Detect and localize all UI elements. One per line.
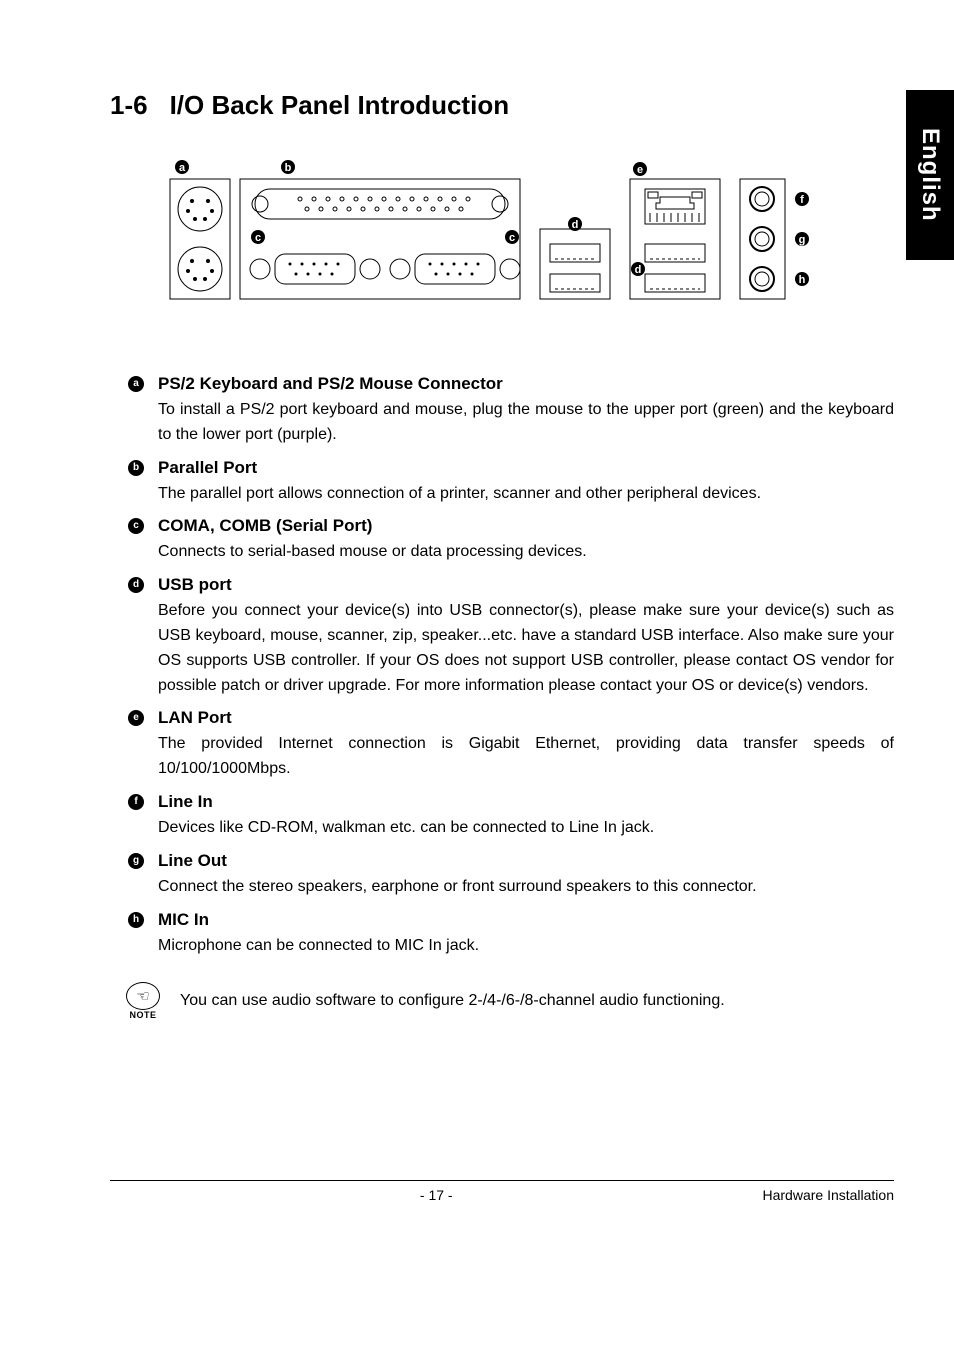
item-title: MIC In <box>158 910 209 930</box>
diagram-label-d1: d <box>572 219 579 231</box>
diagram-label-h: h <box>799 274 806 286</box>
item-body: The parallel port allows connection of a… <box>158 482 894 507</box>
descriptions-list: a PS/2 Keyboard and PS/2 Mouse Connector… <box>128 374 894 958</box>
bullet-icon: a <box>128 376 144 392</box>
item-ps2: a PS/2 Keyboard and PS/2 Mouse Connector… <box>128 374 894 448</box>
page-footer: - 17 - Hardware Installation <box>110 1180 894 1203</box>
item-body: The provided Internet connection is Giga… <box>158 732 894 782</box>
item-lineout: g Line Out Connect the stereo speakers, … <box>128 851 894 900</box>
footer-section: Hardware Installation <box>762 1187 894 1203</box>
note-text: You can use audio software to configure … <box>180 992 725 1010</box>
item-title: Line In <box>158 792 213 812</box>
item-micin: h MIC In Microphone can be connected to … <box>128 910 894 959</box>
item-linein: f Line In Devices like CD-ROM, walkman e… <box>128 792 894 841</box>
item-body: Devices like CD-ROM, walkman etc. can be… <box>158 816 894 841</box>
diagram-label-a: a <box>179 162 186 174</box>
io-panel-diagram: a b <box>140 149 894 314</box>
item-usb: d USB port Before you connect your devic… <box>128 575 894 698</box>
item-parallel: b Parallel Port The parallel port allows… <box>128 458 894 507</box>
note-hand-icon: ☜ <box>126 982 160 1010</box>
section-heading: 1-6 I/O Back Panel Introduction <box>110 90 894 121</box>
item-serial: c COMA, COMB (Serial Port) Connects to s… <box>128 516 894 565</box>
bullet-icon: g <box>128 853 144 869</box>
item-body: To install a PS/2 port keyboard and mous… <box>158 398 894 448</box>
diagram-label-f: f <box>800 194 804 206</box>
bullet-icon: f <box>128 794 144 810</box>
item-body: Before you connect your device(s) into U… <box>158 599 894 698</box>
bullet-icon: c <box>128 518 144 534</box>
diagram-label-d2: d <box>635 264 642 276</box>
item-title: USB port <box>158 575 232 595</box>
item-lan: e LAN Port The provided Internet connect… <box>128 708 894 782</box>
item-title: COMA, COMB (Serial Port) <box>158 516 372 536</box>
diagram-label-b: b <box>285 162 292 174</box>
bullet-icon: b <box>128 460 144 476</box>
diagram-label-c2: c <box>509 232 515 244</box>
bullet-icon: d <box>128 577 144 593</box>
item-body: Microphone can be connected to MIC In ja… <box>158 934 894 959</box>
item-title: LAN Port <box>158 708 232 728</box>
note-block: ☜ NOTE You can use audio software to con… <box>116 982 894 1020</box>
item-body: Connect the stereo speakers, earphone or… <box>158 875 894 900</box>
page-number: - 17 - <box>110 1187 762 1203</box>
item-title: Parallel Port <box>158 458 257 478</box>
item-title: Line Out <box>158 851 227 871</box>
item-title: PS/2 Keyboard and PS/2 Mouse Connector <box>158 374 503 394</box>
note-label: NOTE <box>116 1010 170 1020</box>
bullet-icon: h <box>128 912 144 928</box>
bullet-icon: e <box>128 710 144 726</box>
diagram-label-e: e <box>637 164 643 176</box>
item-body: Connects to serial-based mouse or data p… <box>158 540 894 565</box>
diagram-label-g: g <box>799 234 806 246</box>
section-number: 1-6 <box>110 90 148 120</box>
section-title-text: I/O Back Panel Introduction <box>170 90 510 120</box>
diagram-label-c1: c <box>255 232 261 244</box>
